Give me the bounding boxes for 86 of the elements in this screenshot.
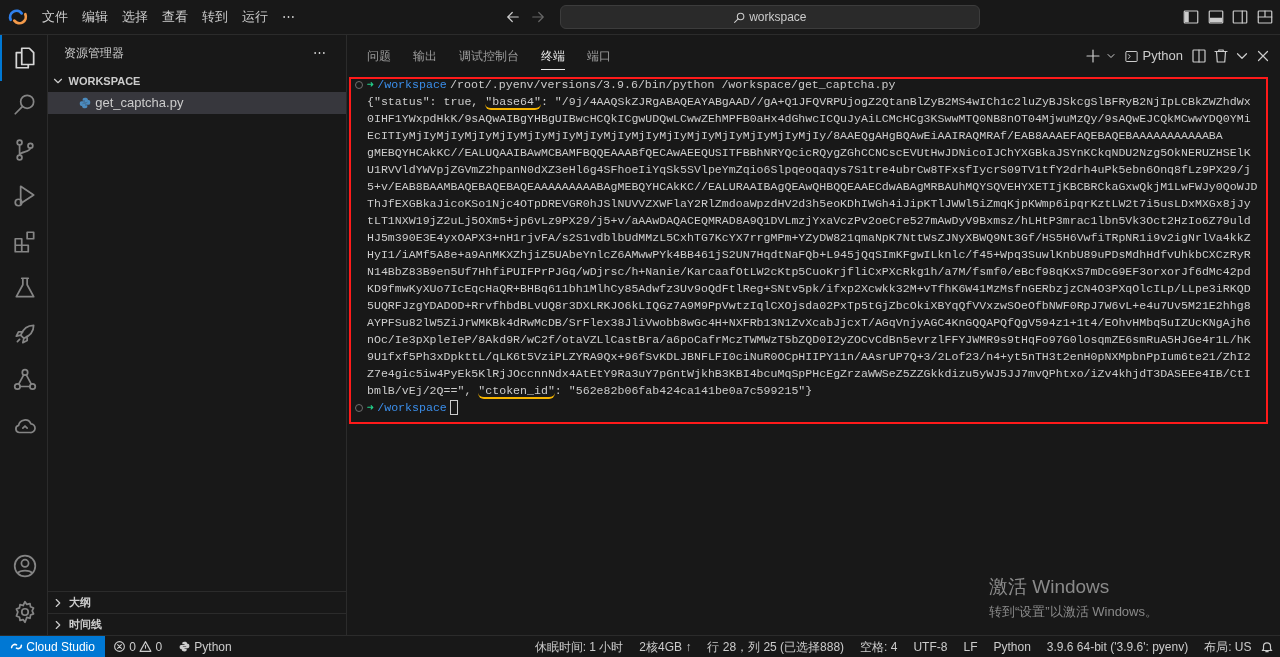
terminal-line: KD9fmwKyXUo7IcEqcHaQR+BHBq611bh1MlhCy85Adwfz3Uv9oQdFtlReg+SNtv5pk/ifxp2Xcwkk32M+vTfhK6W41MzMsfnGERbzjzCN4O3PXqOlcILp/LLpe3iRKQD [367,281,1251,297]
sidebar-toggle-icon[interactable] [1182,8,1200,26]
terminal-line: gMEBQYHCAkKC//EALUQAAIBAwMCBAMFBQQEAAABfQECAwAEEQUSITFBBhNRYQcicRQygZGhCCNCscEVUtHwJDNicoIJChYXGBkaJSYnKCkqNDU2Nzg5OkNERUZHSElK [367,145,1251,161]
activation-text: 转到“设置”以激活 Windows。 [989,602,1158,621]
prompt-arrow: ➜ [367,400,374,416]
command-center-label: workspace [749,9,807,26]
files-icon[interactable] [12,45,38,71]
terminal-line: 5UQRFJzgYDADOD+RrvfhbdBLvUQ8r3DXLRKJO6kLIQGz7A9M9PpVwtzIqlCXOjsda02PxTp5tGjZbcOkiXBYqQfVVxzwSOeOfbNWF0RpJ7W6vL+e4u7Uv5M21E2hhg8 [367,298,1251,314]
cursor-icon [450,400,459,415]
layout-icon[interactable] [1255,8,1274,26]
more-actions-button[interactable]: ⋯ [306,40,333,65]
file-item[interactable]: get_captcha.py [48,92,346,114]
menu-item[interactable]: 编辑 [75,5,115,29]
sidebar-title: 资源管理器 [64,44,125,62]
problems-indicator[interactable]: 0 0 [104,637,171,656]
status-item[interactable]: LF [955,637,986,656]
command-text: /root/.pyenv/versions/3.9.6/bin/python /workspace/get_captcha.py [450,77,896,93]
panel-toggle-icon[interactable] [1206,8,1225,26]
bell-icon[interactable] [1259,639,1274,654]
terminal-line: 9U1fxf5Ph3xDpkttL/qLK6t5VziPLZYRA9Qx+96fSvKDLJBNFLFI0ciNuR0OCpHIIPY11n/AAsrUP7Q+3/2Lof23/n4+yt5nTH3t2enH0pNXMpbnPpIum6te21/ZhI2 [367,349,1251,365]
account-icon[interactable] [12,553,38,579]
section-header[interactable]: WORKSPACE [48,70,346,92]
warning-count: 0 [155,638,163,656]
language-indicator[interactable]: Python [170,637,240,656]
split-icon[interactable] [1190,47,1209,65]
prompt-path: /workspace [377,77,447,93]
command-center[interactable]: workspace [559,5,980,29]
menu-item[interactable]: 转到 [195,5,235,29]
python-file-icon [78,96,92,110]
section-header[interactable]: 大纲 [48,591,346,613]
prompt-path: /workspace [377,400,447,416]
terminal-line: bmlB/vEj/2Q==", "ctoken_id": "562e82b06fab424ca141be0a7c599215"} [367,383,813,399]
error-count: 0 [129,638,136,656]
warning-icon [139,640,153,653]
menu-item[interactable]: 选择 [115,5,155,29]
terminal-line: nOc/Ie3pXpleIeP/8Akd9R/wC2f/otaVZLlCastBra/a6poCafrMczTWMWzT5bZQD0I2yZOCvCdBn5evrzlFFYJWMR9s9tHqFo97G0losqmZE6smRuA5HJGe4r1L/hK [367,332,1251,348]
menu-item[interactable]: 查看 [155,5,195,29]
status-item[interactable]: 布局: US [1196,637,1260,656]
status-item[interactable]: 2核4GB ↑ [631,637,700,656]
section-title: WORKSPACE [68,73,141,89]
section-header[interactable]: 时间线 [48,613,346,635]
panel-tab[interactable]: 调试控制台 [459,42,519,70]
secondary-sidebar-icon[interactable] [1231,8,1249,26]
terminal-line: N14BbZ83B9en5Uf7HhfiPUIFPrPJGq/wDjrsc/h+Nanie/KarcaafOtLW2cKtp5CuoKrjfliCxPXcRkg1h/a7M/fsmf0/eBcf98qKxS7mDcG9EF3orxorJf6dMc42pd [367,264,1251,280]
logo-icon [6,6,29,28]
terminal-name: Python [1142,47,1183,66]
trash-icon[interactable] [1211,47,1230,65]
status-item[interactable]: 空格: 4 [852,637,906,656]
language-label: Python [194,638,232,656]
terminal-line: Z7e4gic5iw4PyEk5KlRjJOccnnNdx4AtEtY9Ra3uY7pGntWjkhB3KBI4bcuMqSpPHcEgZrzaWWSeZ5ZZGkkdizu5yWJ5JJ7mvQPhtxo/iZv4khjdT3DASEEe4IB/CtI [367,366,1251,382]
panel-tab[interactable]: 问题 [367,42,391,70]
terminal-line: HJ5m390E3E4yxOAPX3+nH1rjvFA/s2S1vdblbUdMMzL5CxhTG7KcYX7rrgMPm+YZyDW821qmaNpK7NttWsZJNyXBWQ9Nt3Gf/HS5H6VwfiTRpNR1i9v2igNrlVa4kkZ [367,230,1251,246]
graph-icon[interactable] [12,367,38,393]
status-item[interactable]: UTF-8 [905,637,956,656]
status-item[interactable]: 行 28，列 25 (已选择888) [699,637,853,656]
terminal-icon [1124,48,1140,64]
python-icon [178,640,192,653]
search-icon [732,10,746,24]
section-title: 大纲 [68,595,91,611]
terminal-line: U1RVVldYWVpjZGVmZ2hpanN0dXZ3eHl6g4SFhoeIiYqSk5SVlpeYmZqio6Slpqeoqaqys7S1tre4ubrCw8TFxsfIycrS09TV1tfY2drh4uPk5ebn6Onq8fLz9PX29/j [367,162,1251,178]
terminal-line: 5+v/EAB8BAAMBAQEBAQEBAQEAAAAAAAAABAgMEBQYHCAkKC//EALURAAIBAgQEAwQHBQQEAAECdwABAgMRBAUhMQYSQVEHYXETIjKBCBRCkaGxwQkjM1LwFWJy0QoWJD [367,179,1258,195]
terminal-line: AYPFSu82lW5ZiJrWMKBk4dRwMcDB/SrFlex38JliVwobb8wGc4H+NXFRb13N1ZvXcabJjcxT/AGqVnjyAGC4KnGQQAPQfQgV594z1+1t4/EOhvHMbq5uIZUcKNgAjh6 [367,315,1251,331]
status-item[interactable]: 3.9.6 64-bit ('3.9.6': pyenv) [1038,637,1197,656]
terminal-line: EcITIyMjIyMjIyMjIyMjIyMjIyMjIyMjIyMjIyMjIyMjIyMjIyMjIyMjIyMjIyMjIy/8AAEQgAHgBQAwEiAAIRAQMRAf/EAB8AAAEFAQEBAQEBAAAAAAAAAAABA [367,128,1223,144]
activation-title: 激活 Windows [989,575,1111,599]
remote-label: Cloud Studio [26,638,95,656]
panel-tab[interactable]: 端口 [587,42,611,70]
file-name: get_captcha.py [95,94,184,113]
terminal-line: HyI1/iAMf5A8e+a9AnMKXZhjiZ5UAbeYnlcZ6AMwwPYk4BB461jS2UN7HqdtNaFQb+L945jQqSImKFgwILknlc/f45+Wpq3SuwlKnbU89uPDsMdhHdfvUhkbCXCzRyR [367,247,1251,263]
menu-item[interactable]: 运行 [235,5,275,29]
panel-tab[interactable]: 终端 [541,42,565,70]
terminal-line: {"status": true, "base64": "/9j/4AAQSkZJRgABAQEAYABgAAD//gA+Q1JFQVRPUjogZ2QtanBlZyB2MS4wICh1c2luZyBJSkcgSlBFRyB2NjIpLCBkZWZhdWx [367,94,1251,110]
extensions-icon[interactable] [12,229,38,255]
remote-button[interactable]: Cloud Studio [0,636,105,657]
section-title: 时间线 [68,617,102,633]
terminal-line: 0IHF1YWxpdHkK/9sAQwAIBgYHBgUIBwcHCQkICgwUDQwLCwwZEhMPFB0aHx4dGhwcICQuJyAiLCMcHCg3KSwwMTQ0NB8nOT04MjwuMzQy/9sAQwEJCQkMCwwYDQ0YMi [367,111,1251,127]
status-item[interactable]: Python [985,637,1039,656]
error-icon [112,640,126,653]
menu-item[interactable]: 文件 [35,5,75,29]
panel-tab[interactable]: 输出 [413,42,437,70]
terminal-line: tLT1NXW19jZ2uLj5OXm5+jp6vLz9PX29/j5+v/aAAwDAQACEQMRAD8A9Q1DVLmzjYxaVczPv2oeCre527mAwDyV9Bxmsz/hLHtP3mrac1lbn5Vk3Oct2HzIo6Z79uld [367,213,1251,229]
menu-item[interactable]: ⋯ [275,5,302,29]
terminal-selector[interactable]: Python [1120,46,1187,66]
prompt-arrow: ➜ [367,77,374,93]
terminal-line: ThJfEXGBkaJicoKSo1Njc4OTpDREVGR0hJSlNUVVZXWFlaY2RlZmdoaWpzdHV2d3h5eoKDhIWGh4iJipKTlJWWl5iZmqKjpKWmp6ipqrKztLW2t7i5usLDxMXGx8jJy [367,196,1251,212]
status-item[interactable]: 休眠时间: 1 小时 [526,637,632,656]
